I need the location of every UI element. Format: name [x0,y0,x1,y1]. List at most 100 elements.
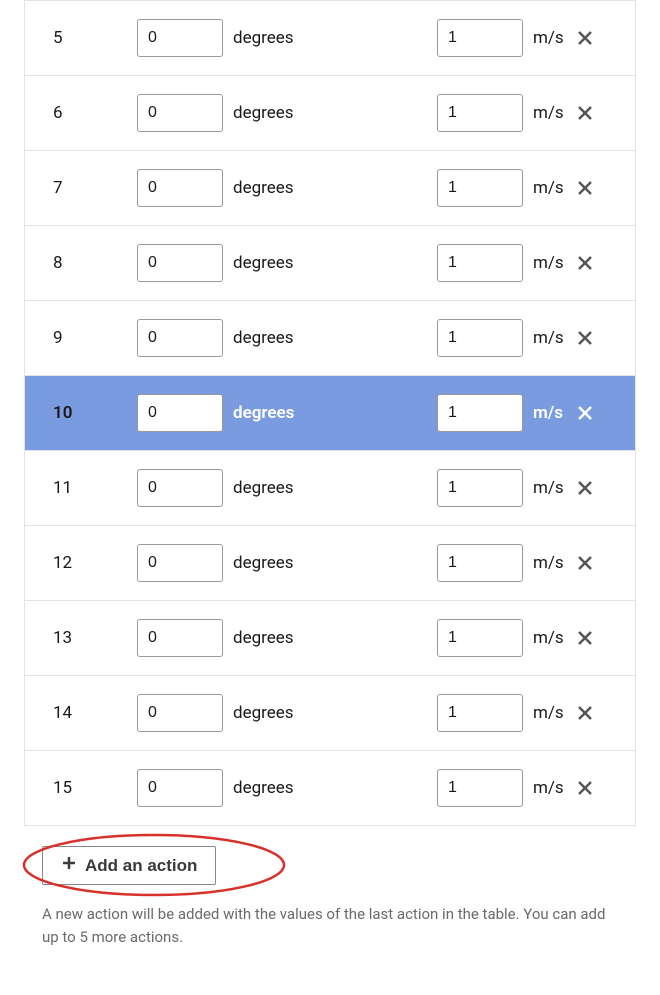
steering-input-cell [135,94,225,132]
table-row[interactable]: 6 degrees m/s [25,75,635,150]
steering-input[interactable] [137,769,223,807]
hint-text: A new action will be added with the valu… [42,903,622,948]
steering-input[interactable] [137,319,223,357]
steering-input[interactable] [137,394,223,432]
steering-input-cell [135,394,225,432]
close-icon[interactable] [575,324,595,352]
speed-input[interactable] [437,319,523,357]
close-icon[interactable] [575,24,595,52]
steering-unit-label: degrees [225,478,395,498]
speed-input-cell [435,19,525,57]
table-row[interactable]: 5 degrees m/s [25,0,635,75]
speed-input[interactable] [437,619,523,657]
table-row[interactable]: 10 degrees m/s [25,375,635,450]
steering-input-cell [135,19,225,57]
speed-unit-label: m/s [525,253,575,273]
speed-input[interactable] [437,769,523,807]
table-row[interactable]: 9 degrees m/s [25,300,635,375]
speed-input[interactable] [437,244,523,282]
speed-input-cell [435,394,525,432]
steering-unit-label: degrees [225,178,395,198]
speed-input-cell [435,694,525,732]
speed-input[interactable] [437,394,523,432]
table-row[interactable]: 13 degrees m/s [25,600,635,675]
steering-unit-label: degrees [225,328,395,348]
speed-input-cell [435,169,525,207]
steering-input[interactable] [137,544,223,582]
speed-input[interactable] [437,169,523,207]
steering-input-cell [135,244,225,282]
steering-unit-label: degrees [225,253,395,273]
steering-unit-label: degrees [225,28,395,48]
steering-unit-label: degrees [225,103,395,123]
speed-unit-label: m/s [525,628,575,648]
row-index: 8 [25,253,135,273]
steering-input-cell [135,469,225,507]
steering-input-cell [135,694,225,732]
close-icon[interactable] [575,249,595,277]
close-icon[interactable] [575,549,595,577]
speed-input[interactable] [437,694,523,732]
steering-unit-label: degrees [225,628,395,648]
close-icon[interactable] [575,474,595,502]
steering-input-cell [135,544,225,582]
speed-input[interactable] [437,94,523,132]
close-icon[interactable] [575,174,595,202]
speed-unit-label: m/s [525,28,575,48]
speed-input-cell [435,769,525,807]
close-icon[interactable] [575,774,595,802]
row-index: 6 [25,103,135,123]
speed-input-cell [435,544,525,582]
close-icon[interactable] [575,399,595,427]
steering-input[interactable] [137,94,223,132]
speed-input[interactable] [437,469,523,507]
table-row[interactable]: 7 degrees m/s [25,150,635,225]
steering-input[interactable] [137,694,223,732]
steering-input-cell [135,319,225,357]
speed-input-cell [435,619,525,657]
row-index: 14 [25,703,135,723]
steering-input[interactable] [137,469,223,507]
speed-unit-label: m/s [525,778,575,798]
speed-input-cell [435,319,525,357]
table-row[interactable]: 11 degrees m/s [25,450,635,525]
add-action-button[interactable]: Add an action [42,846,216,885]
speed-unit-label: m/s [525,553,575,573]
add-button-wrapper: Add an action [42,846,216,885]
table-row[interactable]: 8 degrees m/s [25,225,635,300]
table-row[interactable]: 12 degrees m/s [25,525,635,600]
row-index: 11 [25,478,135,498]
plus-icon [61,855,77,876]
steering-unit-label: degrees [225,403,395,423]
speed-input[interactable] [437,19,523,57]
close-icon[interactable] [575,699,595,727]
speed-input-cell [435,94,525,132]
steering-input[interactable] [137,619,223,657]
steering-input[interactable] [137,244,223,282]
row-index: 15 [25,778,135,798]
speed-unit-label: m/s [525,103,575,123]
speed-input[interactable] [437,544,523,582]
row-index: 5 [25,28,135,48]
steering-input-cell [135,169,225,207]
steering-input-cell [135,619,225,657]
steering-input[interactable] [137,169,223,207]
table-row[interactable]: 15 degrees m/s [25,750,635,825]
speed-unit-label: m/s [525,328,575,348]
speed-input-cell [435,244,525,282]
steering-input[interactable] [137,19,223,57]
add-action-label: Add an action [85,856,197,876]
steering-unit-label: degrees [225,703,395,723]
steering-unit-label: degrees [225,778,395,798]
speed-input-cell [435,469,525,507]
close-icon[interactable] [575,624,595,652]
steering-input-cell [135,769,225,807]
speed-unit-label: m/s [525,478,575,498]
table-row[interactable]: 14 degrees m/s [25,675,635,750]
actions-table: 5 degrees m/s 6 degrees m/s [24,0,636,826]
row-index: 12 [25,553,135,573]
row-index: 9 [25,328,135,348]
speed-unit-label: m/s [525,403,575,423]
close-icon[interactable] [575,99,595,127]
steering-unit-label: degrees [225,553,395,573]
